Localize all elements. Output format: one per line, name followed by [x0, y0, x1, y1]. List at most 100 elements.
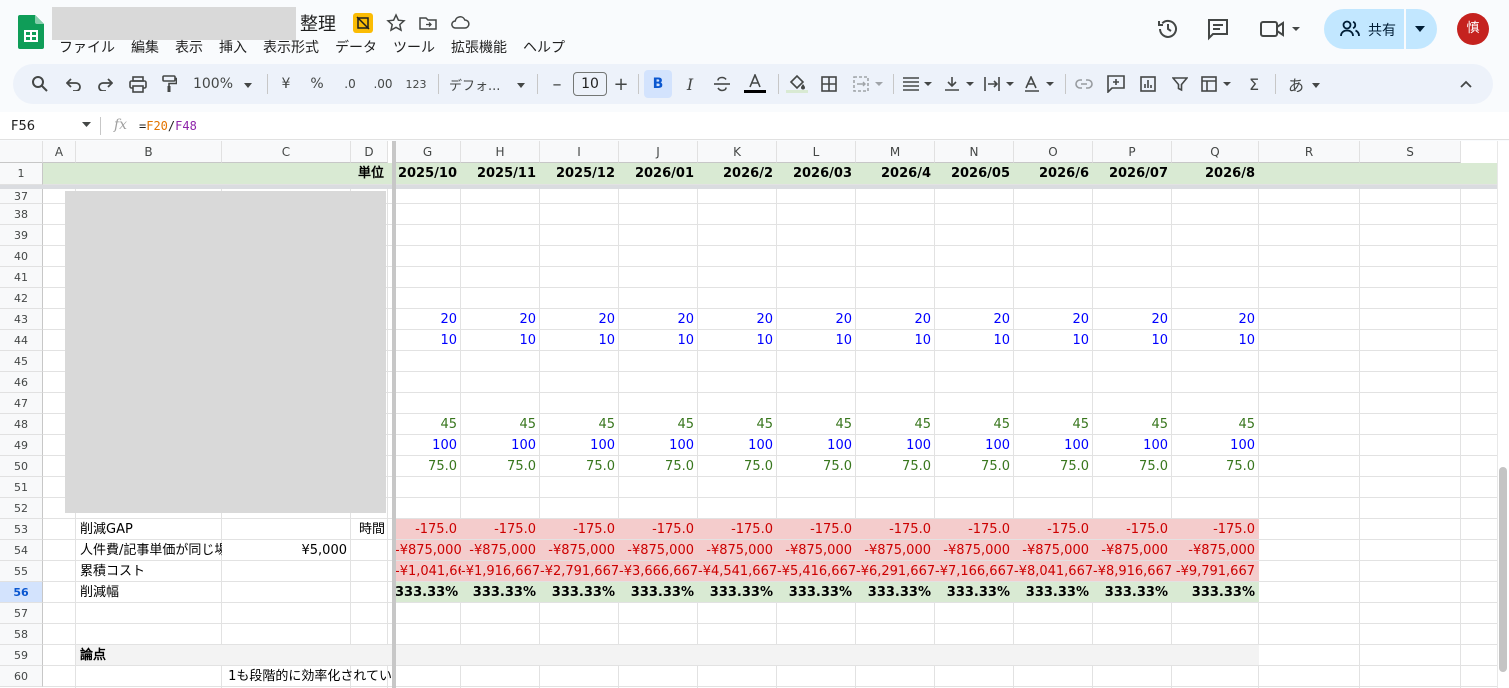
- zoom-select[interactable]: 100%: [193, 72, 233, 96]
- value-cell[interactable]: -¥8,041,667: [1014, 561, 1093, 582]
- row-header-54[interactable]: 54: [0, 540, 43, 561]
- no-sync-badge-icon[interactable]: [353, 13, 373, 33]
- row-header-53[interactable]: 53: [0, 519, 43, 540]
- text-wrap-icon[interactable]: [983, 72, 1017, 96]
- menu-extensions[interactable]: 拡張機能: [451, 37, 507, 57]
- decrease-decimal-button[interactable]: .0: [338, 72, 362, 96]
- value-cell[interactable]: 45: [935, 414, 1014, 435]
- value-cell[interactable]: -¥875,000: [395, 540, 461, 561]
- value-cell[interactable]: 75.0: [935, 456, 1014, 477]
- star-icon[interactable]: [386, 13, 406, 33]
- value-cell[interactable]: 45: [1093, 414, 1172, 435]
- vertical-align-icon[interactable]: [943, 72, 977, 96]
- share-button[interactable]: 共有: [1324, 9, 1437, 49]
- value-cell[interactable]: 10: [856, 330, 935, 351]
- value-cell[interactable]: -¥875,000: [619, 540, 698, 561]
- row-header-38[interactable]: 38: [0, 204, 43, 225]
- value-cell[interactable]: -¥875,000: [698, 540, 777, 561]
- font-size-input[interactable]: 10: [573, 72, 607, 96]
- value-cell[interactable]: -175.0: [461, 519, 540, 540]
- collapse-toolbar-icon[interactable]: [1455, 72, 1477, 96]
- name-box-chevron-icon[interactable]: [82, 122, 91, 127]
- value-cell[interactable]: 20: [698, 309, 777, 330]
- month-header[interactable]: 2026/03: [777, 163, 856, 185]
- filter-icon[interactable]: [1169, 72, 1191, 96]
- row-header-55[interactable]: 55: [0, 561, 43, 582]
- column-header-g[interactable]: G: [395, 141, 461, 163]
- value-cell[interactable]: -¥8,916,667: [1093, 561, 1172, 582]
- value-cell[interactable]: 333.33%: [1172, 582, 1259, 603]
- value-cell[interactable]: 100: [777, 435, 856, 456]
- value-cell[interactable]: 75.0: [856, 456, 935, 477]
- value-cell[interactable]: 10: [1093, 330, 1172, 351]
- row-header-41[interactable]: 41: [0, 267, 43, 288]
- paint-format-icon[interactable]: [158, 72, 180, 96]
- value-cell[interactable]: 10: [777, 330, 856, 351]
- value-cell[interactable]: 75.0: [698, 456, 777, 477]
- month-header[interactable]: 2025/11: [461, 163, 540, 185]
- value-cell[interactable]: 20: [856, 309, 935, 330]
- value-cell[interactable]: 45: [856, 414, 935, 435]
- month-header[interactable]: 2025/10: [395, 163, 461, 185]
- italic-button[interactable]: I: [680, 72, 700, 96]
- search-menus-icon[interactable]: [29, 72, 51, 96]
- value-cell[interactable]: 75.0: [1014, 456, 1093, 477]
- row-header-40[interactable]: 40: [0, 246, 43, 267]
- column-header-k[interactable]: K: [698, 141, 777, 163]
- value-cell[interactable]: 45: [540, 414, 619, 435]
- column-header-p[interactable]: P: [1093, 141, 1172, 163]
- value-cell[interactable]: 20: [461, 309, 540, 330]
- column-header-b[interactable]: B: [76, 141, 222, 163]
- row-header-44[interactable]: 44: [0, 330, 43, 351]
- value-cell[interactable]: 100: [619, 435, 698, 456]
- value-cell[interactable]: -175.0: [1014, 519, 1093, 540]
- value-cell[interactable]: 45: [619, 414, 698, 435]
- menu-edit[interactable]: 編集: [131, 37, 159, 57]
- row-header-37[interactable]: 37: [0, 189, 43, 204]
- row-header-49[interactable]: 49: [0, 435, 43, 456]
- font-chevron-icon[interactable]: [517, 83, 525, 88]
- frozen-column-divider[interactable]: [392, 141, 396, 688]
- value-cell[interactable]: 45: [1172, 414, 1259, 435]
- row-header-60[interactable]: 60: [0, 666, 43, 687]
- value-cell[interactable]: 75.0: [619, 456, 698, 477]
- frozen-row-divider[interactable]: [0, 185, 1497, 189]
- row-label[interactable]: 人件費/記事単価が同じ場: [80, 540, 222, 561]
- value-cell[interactable]: -175.0: [619, 519, 698, 540]
- value-cell[interactable]: -175.0: [698, 519, 777, 540]
- insert-comment-icon[interactable]: [1105, 72, 1127, 96]
- value-cell[interactable]: 100: [856, 435, 935, 456]
- row-header-58[interactable]: 58: [0, 624, 43, 645]
- functions-sigma-icon[interactable]: Σ: [1243, 72, 1265, 96]
- value-cell[interactable]: 10: [698, 330, 777, 351]
- comments-icon[interactable]: [1206, 17, 1230, 41]
- value-cell[interactable]: 10: [461, 330, 540, 351]
- row-header-43[interactable]: 43: [0, 309, 43, 330]
- column-header-a[interactable]: A: [43, 141, 76, 163]
- row-label[interactable]: 累積コスト: [80, 561, 280, 582]
- column-header-o[interactable]: O: [1014, 141, 1093, 163]
- row-header-47[interactable]: 47: [0, 393, 43, 414]
- value-cell[interactable]: 75.0: [395, 456, 461, 477]
- value-cell[interactable]: -¥4,541,667: [698, 561, 777, 582]
- input-tools-button[interactable]: あ: [1285, 72, 1307, 96]
- print-icon[interactable]: [127, 72, 149, 96]
- row-header-1[interactable]: 1: [0, 163, 43, 185]
- cloud-saved-icon[interactable]: [450, 13, 470, 33]
- strikethrough-icon[interactable]: [711, 72, 733, 96]
- row-header-48[interactable]: 48: [0, 414, 43, 435]
- format-currency-button[interactable]: ¥: [277, 72, 295, 96]
- value-cell[interactable]: 10: [619, 330, 698, 351]
- value-cell[interactable]: 333.33%: [619, 582, 698, 603]
- value-cell[interactable]: -¥875,000: [1172, 540, 1259, 561]
- sheets-logo-icon[interactable]: [18, 15, 44, 49]
- value-cell[interactable]: -¥2,791,667: [540, 561, 619, 582]
- month-header[interactable]: 2026/07: [1093, 163, 1172, 185]
- value-cell[interactable]: -¥3,666,667: [619, 561, 698, 582]
- value-cell[interactable]: 10: [1172, 330, 1259, 351]
- value-cell[interactable]: 45: [1014, 414, 1093, 435]
- value-cell[interactable]: 100: [540, 435, 619, 456]
- value-cell[interactable]: -¥875,000: [461, 540, 540, 561]
- value-cell[interactable]: -175.0: [856, 519, 935, 540]
- value-cell[interactable]: 20: [619, 309, 698, 330]
